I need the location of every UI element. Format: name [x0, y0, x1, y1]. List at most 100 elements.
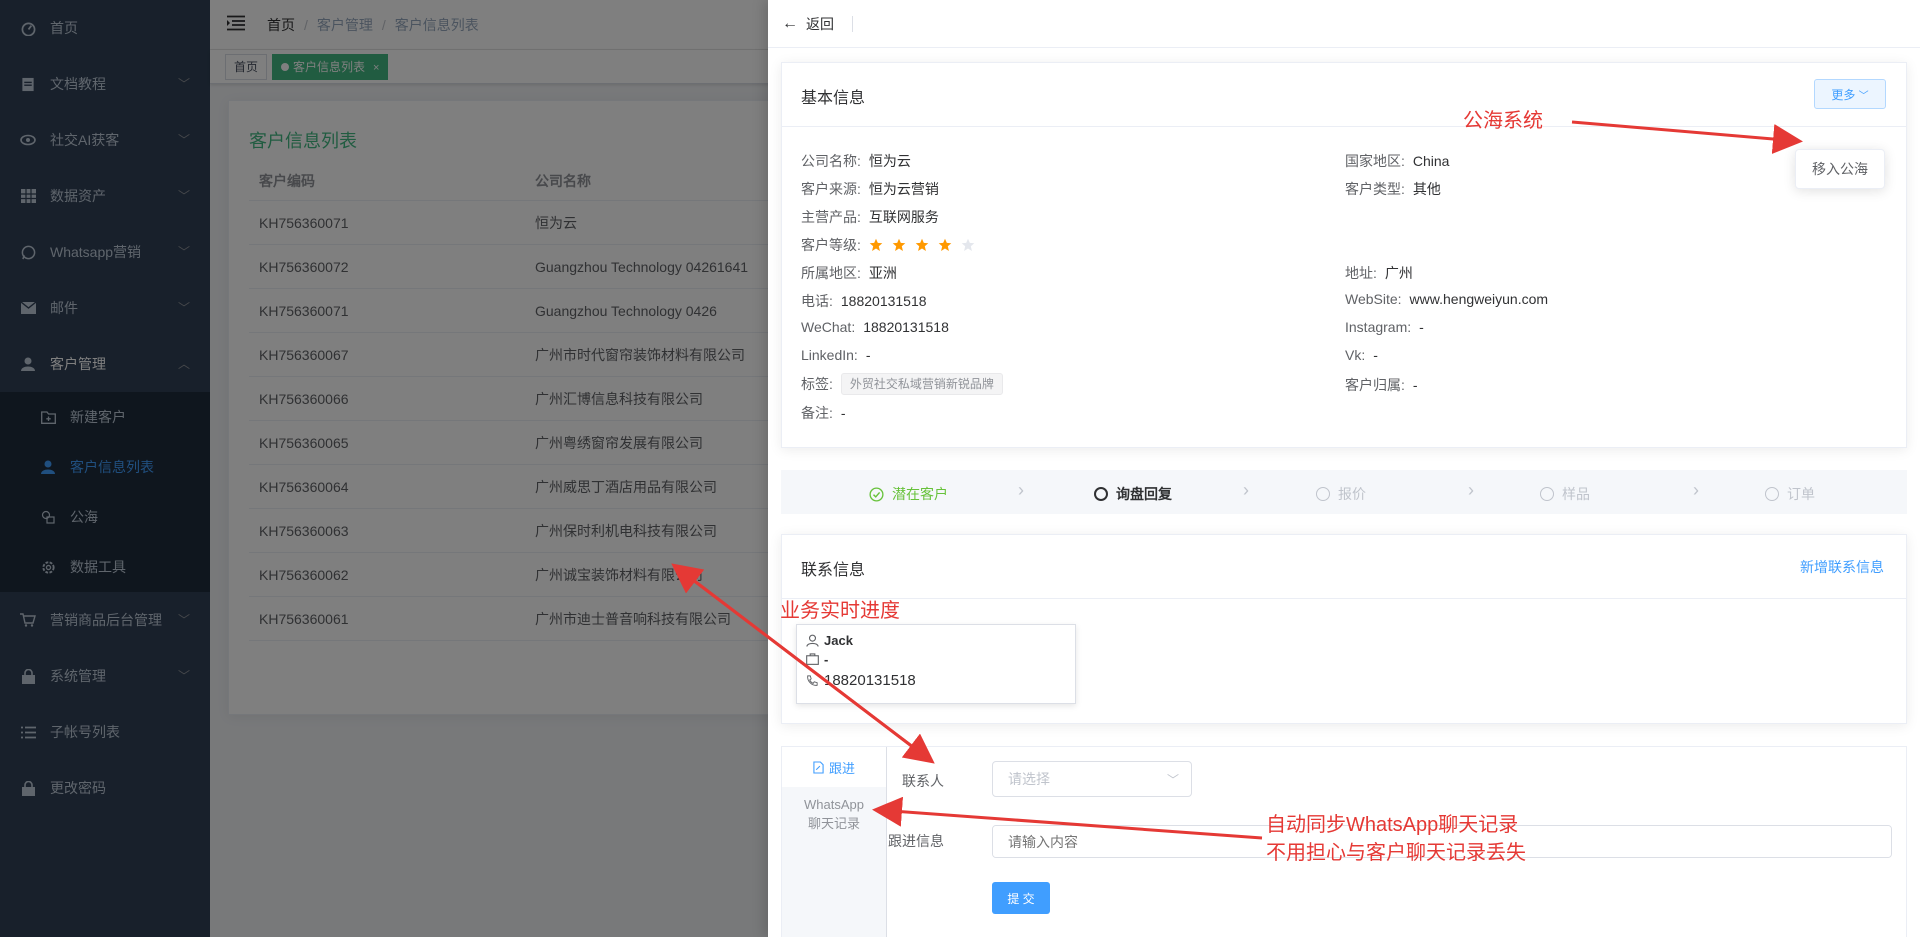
field-country: 国家地区: China: [1345, 151, 1449, 171]
progress-steps: 潜在客户 › 询盘回复 › 报价 › 样品 › 订单: [781, 470, 1907, 514]
field-label: 电话:: [801, 293, 833, 309]
info-field-label: 跟进信息: [888, 833, 944, 849]
field-linkedin: LinkedIn: -: [801, 347, 871, 363]
contact-card[interactable]: Jack - 18820131518: [796, 624, 1076, 704]
field-value: -: [1412, 377, 1418, 393]
circle-icon: [1765, 487, 1779, 501]
step-label: 订单: [1787, 486, 1815, 502]
field-label: 所属地区:: [801, 265, 861, 281]
field-region: 所属地区: 亚洲: [801, 263, 897, 283]
chevron-right-icon: ›: [1243, 480, 1249, 500]
field-product: 主营产品: 互联网服务: [801, 207, 939, 227]
field-instagram: Instagram: -: [1345, 319, 1424, 335]
field-label: Vk:: [1345, 347, 1366, 363]
field-value: 亚洲: [868, 265, 897, 281]
contact-field-label: 联系人: [902, 773, 944, 789]
more-button[interactable]: 更多 ﹀: [1814, 79, 1886, 109]
field-value: -: [840, 405, 846, 421]
step-label: 询盘回复: [1116, 486, 1172, 502]
step-inquiry-reply[interactable]: 询盘回复: [1094, 484, 1172, 504]
tab-whatsapp-history[interactable]: WhatsApp 聊天记录: [782, 787, 886, 833]
contact-name: Jack: [824, 633, 853, 648]
contact-company-row: -: [806, 650, 1066, 669]
customer-tag: 外贸社交私域营销新锐品牌: [840, 373, 1003, 395]
field-label: 备注:: [801, 405, 833, 421]
field-value: -: [1419, 319, 1424, 335]
field-value: 18820131518: [840, 293, 927, 309]
drawer-overlay[interactable]: [0, 0, 768, 937]
select-placeholder: 请选择: [1008, 771, 1050, 787]
edit-icon: [813, 760, 824, 774]
circle-icon: [1540, 487, 1554, 501]
field-label: 客户等级:: [801, 237, 861, 253]
field-wechat: WeChat: 18820131518: [801, 319, 949, 335]
chevron-right-icon: ›: [1018, 480, 1024, 500]
chevron-down-icon: ﹀: [1858, 90, 1869, 102]
contact-name-row: Jack: [806, 631, 1066, 650]
move-to-public-sea-item[interactable]: 移入公海: [1795, 149, 1885, 189]
star-icon[interactable]: [869, 238, 883, 252]
field-remark: 备注: -: [801, 403, 846, 423]
add-contact-link[interactable]: 新增联系信息: [1800, 557, 1884, 577]
step-order[interactable]: 订单: [1765, 484, 1815, 504]
user-outline-icon: [806, 634, 819, 647]
field-label: WebSite:: [1345, 291, 1402, 307]
field-value: 互联网服务: [868, 209, 939, 225]
field-value: 广州: [1384, 265, 1413, 281]
field-label: Instagram:: [1345, 319, 1412, 335]
step-sample[interactable]: 样品: [1540, 484, 1590, 504]
annotation-progress: 业务实时进度: [780, 600, 900, 622]
star-icon[interactable]: [938, 238, 952, 252]
field-vk: Vk: -: [1345, 347, 1378, 363]
field-value: 恒为云营销: [868, 181, 939, 197]
field-label: 地址:: [1345, 265, 1377, 281]
check-circle-icon: [869, 486, 884, 502]
field-label: 客户归属:: [1345, 377, 1405, 393]
contact-company: -: [824, 652, 829, 667]
annotation-whatsapp-1: 自动同步WhatsApp聊天记录: [1266, 814, 1519, 836]
step-label: 报价: [1338, 486, 1366, 502]
field-website: WebSite: www.hengweiyun.com: [1345, 291, 1548, 307]
field-level: 客户等级:: [801, 235, 984, 255]
annotation-public-sea: 公海系统: [1463, 110, 1543, 132]
field-value: 其他: [1412, 181, 1441, 197]
chevron-right-icon: ›: [1693, 480, 1699, 500]
field-value: 18820131518: [863, 319, 949, 335]
submit-button[interactable]: 提 交: [992, 882, 1050, 914]
field-value: China: [1412, 153, 1450, 169]
circle-icon: [1094, 487, 1108, 501]
field-owner: 客户归属: -: [1345, 375, 1418, 395]
contact-phone: 18820131518: [824, 671, 916, 689]
field-value: -: [865, 347, 871, 363]
chevron-right-icon: ›: [1468, 480, 1474, 500]
back-label: 返回: [806, 15, 834, 32]
tab-label: WhatsApp: [804, 797, 864, 812]
step-quote[interactable]: 报价: [1316, 484, 1366, 504]
field-phone: 电话: 18820131518: [801, 291, 927, 311]
star-icon[interactable]: [961, 238, 975, 252]
panel-header: 基本信息 更多 ﹀: [782, 63, 1906, 127]
panel-title: 基本信息: [801, 90, 866, 107]
back-button[interactable]: ← 返回: [782, 14, 834, 34]
step-potential[interactable]: 潜在客户: [869, 484, 948, 504]
briefcase-icon: [806, 653, 819, 666]
field-value: 恒为云: [868, 153, 911, 169]
field-address: 地址: 广州: [1345, 263, 1413, 283]
tab-label: 跟进: [828, 760, 855, 776]
field-label: 公司名称:: [801, 153, 861, 169]
step-label: 潜在客户: [892, 486, 948, 502]
star-icon[interactable]: [892, 238, 906, 252]
contact-select[interactable]: 请选择 ﹀: [992, 761, 1192, 797]
field-label: LinkedIn:: [801, 347, 858, 363]
field-label: 客户来源:: [801, 181, 861, 197]
panel-header: 联系信息 新增联系信息: [782, 535, 1906, 599]
panel-title: 联系信息: [801, 562, 866, 579]
field-source: 客户来源: 恒为云营销: [801, 179, 939, 199]
phone-icon: [806, 674, 819, 687]
contact-phone-row: 18820131518: [806, 669, 1066, 691]
field-label: 主营产品:: [801, 209, 861, 225]
rating-stars[interactable]: [869, 238, 984, 252]
arrow-left-icon: ←: [782, 14, 798, 32]
drawer-header: ← 返回: [768, 0, 1920, 48]
star-icon[interactable]: [915, 238, 929, 252]
